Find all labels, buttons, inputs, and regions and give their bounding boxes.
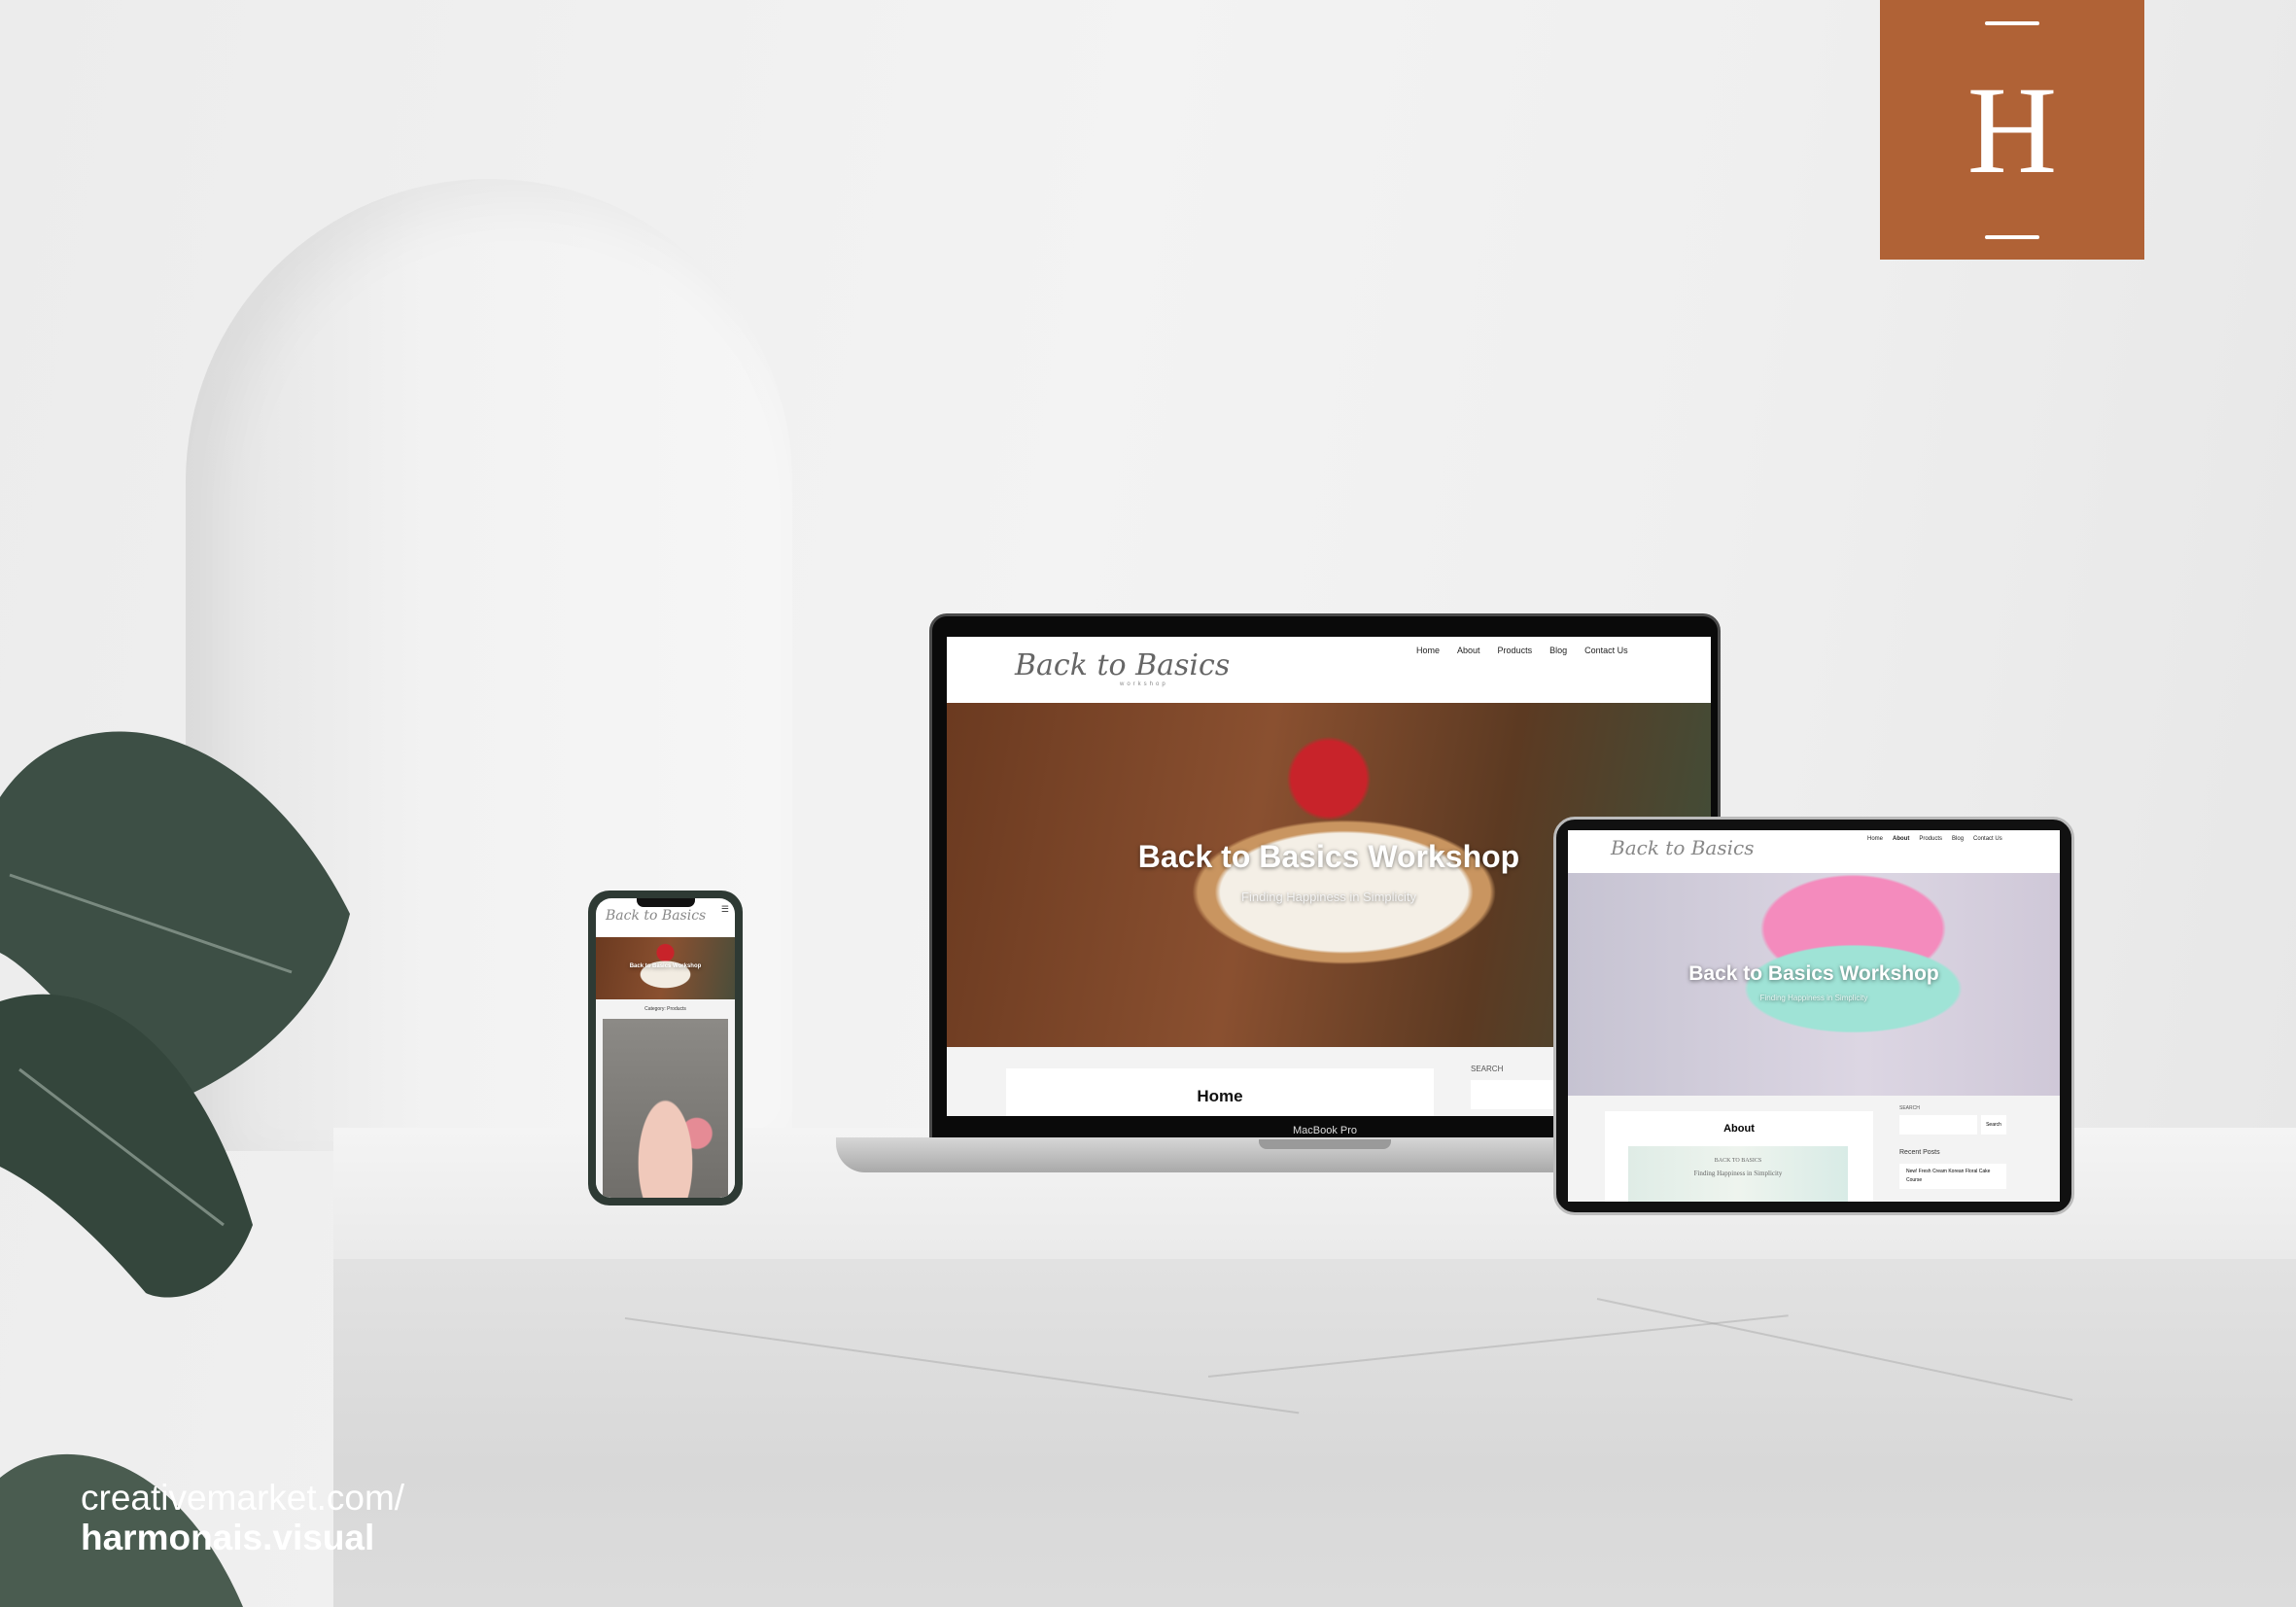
page-title: Home (1197, 1087, 1243, 1105)
page-title: About (1723, 1123, 1755, 1135)
marble-table-front (333, 1259, 2296, 1607)
site-logo-sub: workshop (1120, 681, 1168, 687)
phone-mockup: Back to Basics ☰ Back to Basics Workshop… (588, 891, 743, 1205)
search-button[interactable]: Search (1981, 1115, 2006, 1135)
phone-hero-image: Back to Basics Workshop (596, 937, 735, 999)
nav-products[interactable]: Products (1919, 836, 1942, 842)
tablet-content: About Back to Basics Finding Happiness i… (1568, 1096, 2060, 1202)
logo-rule-bottom (1985, 234, 2039, 239)
nav-home[interactable]: Home (1867, 836, 1883, 842)
credit-line-2: harmonais.visual (81, 1518, 375, 1557)
logo-letter: H (1966, 60, 2058, 199)
logo-rule-top (1985, 20, 2039, 25)
about-banner: Back to Basics Finding Happiness in Simp… (1628, 1146, 1848, 1202)
tablet-screen: Back to Basics Home About Products Blog … (1568, 830, 2060, 1202)
tablet-hero-image: Back to Basics Workshop Finding Happines… (1568, 873, 2060, 1096)
nav-home[interactable]: Home (1416, 646, 1440, 655)
site-logo[interactable]: Back to Basics (1015, 648, 1230, 682)
nav-blog[interactable]: Blog (1952, 836, 1964, 842)
recent-post-link[interactable]: New! Fresh Cream Korean Floral Cake Cour… (1899, 1164, 2006, 1189)
tablet-mockup: Back to Basics Home About Products Blog … (1553, 817, 2074, 1215)
laptop-notch (1259, 1139, 1391, 1149)
monstera-plant-image (0, 731, 350, 1607)
tablet-site-logo[interactable]: Back to Basics (1611, 836, 1754, 859)
phone-content: Category: Products (596, 999, 735, 1198)
banner-subtitle: Finding Happiness in Simplicity (1693, 1170, 1783, 1177)
about-card: About Back to Basics Finding Happiness i… (1605, 1111, 1873, 1202)
hero-subtitle: Finding Happiness in Simplicity (1759, 994, 1868, 1002)
banner-title: Back to Basics (1714, 1158, 1762, 1164)
credit-line-1: creativemarket.com/ (81, 1478, 405, 1518)
nav-about[interactable]: About (1893, 836, 1909, 842)
search-label: SEARCH (1899, 1105, 1920, 1111)
hero-title: Back to Basics Workshop (1688, 962, 1939, 985)
search-label: SEARCH (1471, 1065, 1504, 1073)
search-input[interactable] (1899, 1115, 1977, 1135)
category-title: Category: Products (644, 1006, 686, 1012)
nav-about[interactable]: About (1457, 646, 1480, 655)
tablet-site-header: Back to Basics Home About Products Blog … (1568, 830, 2060, 873)
tablet-site-nav: Home About Products Blog Contact Us (1867, 836, 2002, 842)
nav-blog[interactable]: Blog (1549, 646, 1567, 655)
phone-site-logo[interactable]: Back to Basics (606, 908, 706, 924)
phone-screen: Back to Basics ☰ Back to Basics Workshop… (596, 898, 735, 1198)
nav-products[interactable]: Products (1498, 646, 1533, 655)
nav-contact[interactable]: Contact Us (1973, 836, 2002, 842)
site-nav: Home About Products Blog Contact Us (1416, 646, 1628, 655)
harmonais-logo: H (1880, 0, 2144, 260)
hamburger-icon[interactable]: ☰ (721, 904, 729, 915)
hero-title: Back to Basics Workshop (629, 963, 702, 969)
page-card: Home (1006, 1068, 1434, 1116)
phone-notch (637, 898, 695, 907)
recent-posts-title: Recent Posts (1899, 1149, 1940, 1156)
product-image[interactable] (603, 1019, 728, 1198)
site-header: Back to Basics workshop Home About Produ… (947, 637, 1711, 703)
nav-contact[interactable]: Contact Us (1584, 646, 1628, 655)
